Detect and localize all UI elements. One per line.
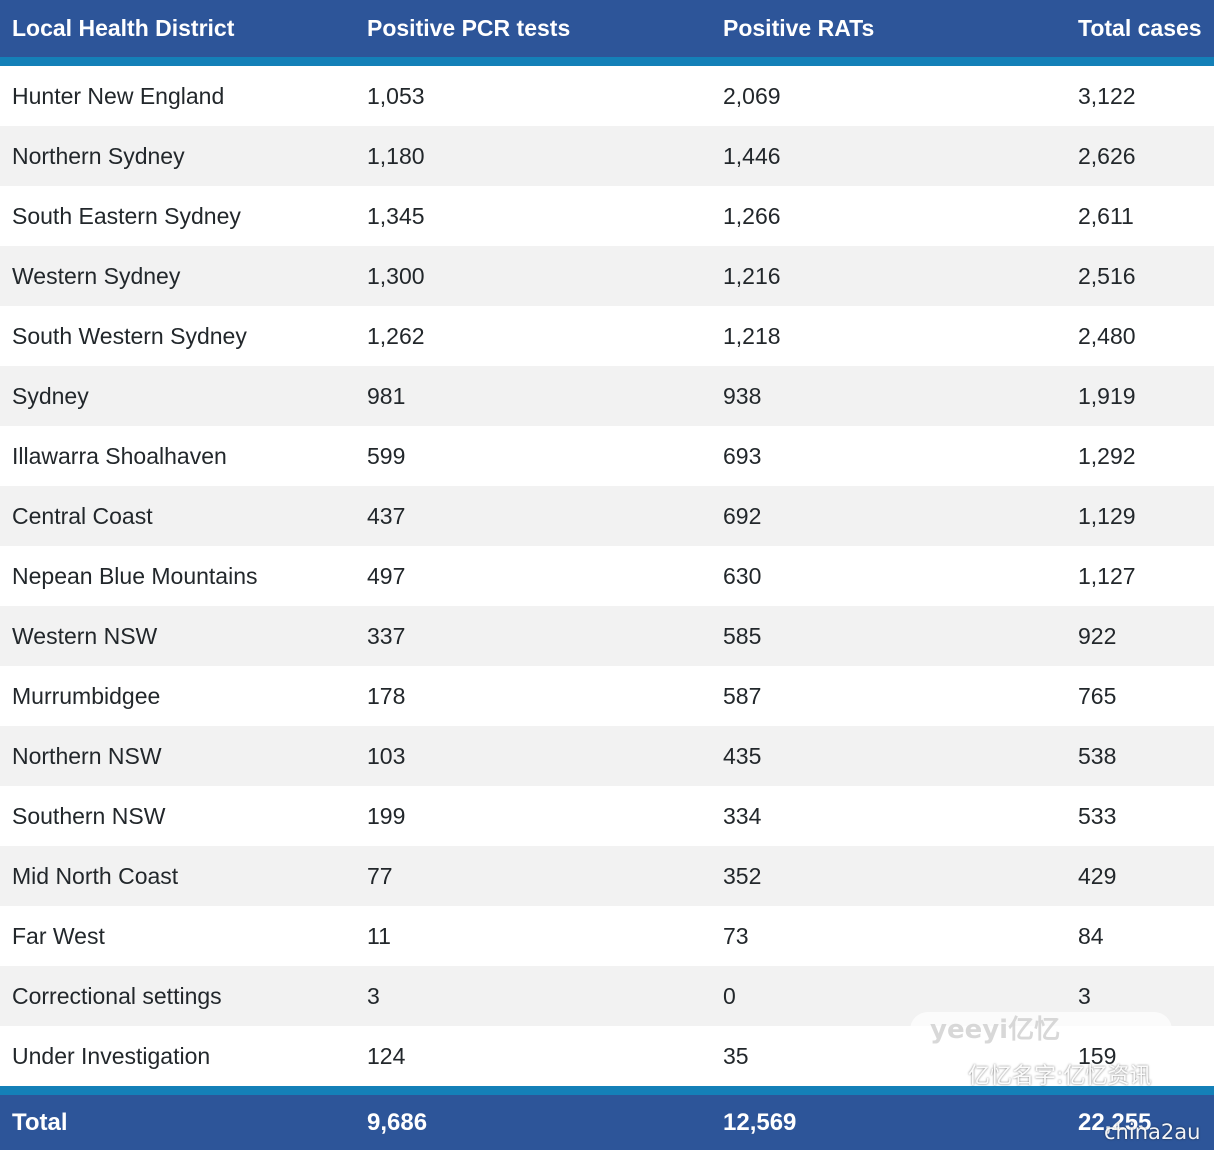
cell-rats: 1,216 <box>723 262 781 289</box>
header-rats: Positive RATs <box>723 15 875 41</box>
cell-total: 1,127 <box>1078 562 1136 589</box>
cell-district: Western Sydney <box>12 262 181 289</box>
cell-pcr: 1,345 <box>367 202 425 229</box>
total-rule <box>0 1086 1214 1095</box>
cell-district: Correctional settings <box>12 982 222 1009</box>
cell-pcr: 178 <box>367 682 406 709</box>
cell-pcr: 199 <box>367 802 406 829</box>
cell-total: 1,129 <box>1078 502 1136 529</box>
cell-district: Central Coast <box>12 502 153 529</box>
cell-district: Northern NSW <box>12 742 162 769</box>
cell-district: Sydney <box>12 382 89 409</box>
cell-district: South Western Sydney <box>12 322 247 349</box>
cell-pcr: 103 <box>367 742 406 769</box>
cell-pcr: 11 <box>367 922 391 949</box>
cell-pcr: 77 <box>367 862 393 889</box>
cell-district: Murrumbidgee <box>12 682 161 709</box>
cell-rats: 73 <box>723 922 749 949</box>
cell-total: 922 <box>1078 622 1117 649</box>
cell-district: Mid North Coast <box>12 862 179 889</box>
cell-district: Western NSW <box>12 622 158 649</box>
cell-rats: 334 <box>723 802 762 829</box>
cell-total: 2,480 <box>1078 322 1136 349</box>
cell-pcr: 981 <box>367 382 406 409</box>
cell-district: Northern Sydney <box>12 142 185 169</box>
cell-rats: 1,218 <box>723 322 781 349</box>
header-total: Total cases <box>1078 15 1202 41</box>
cell-district: Hunter New England <box>12 82 225 109</box>
table-row: Western Sydney 1,300 1,216 2,516 <box>0 246 1214 306</box>
cell-total: 429 <box>1078 862 1117 889</box>
cell-pcr: 437 <box>367 502 406 529</box>
cell-total: 3,122 <box>1078 82 1136 109</box>
cell-total: 765 <box>1078 682 1117 709</box>
cell-rats: 585 <box>723 622 762 649</box>
cell-district: Southern NSW <box>12 802 166 829</box>
cases-table: Local Health District Positive PCR tests… <box>0 0 1214 1150</box>
cell-total: 2,516 <box>1078 262 1136 289</box>
cell-rats: 0 <box>723 982 736 1009</box>
table-row: Nepean Blue Mountains 497 630 1,127 <box>0 546 1214 606</box>
table-row: Illawarra Shoalhaven 599 693 1,292 <box>0 426 1214 486</box>
cell-total: 2,611 <box>1078 202 1134 229</box>
watermark-logo: yeeyi亿忆 <box>910 1012 1172 1048</box>
cell-total: 3 <box>1078 982 1091 1009</box>
total-rats: 12,569 <box>723 1108 797 1136</box>
table-header: Local Health District Positive PCR tests… <box>0 0 1214 57</box>
total-row: Total 9,686 12,569 22,255 <box>0 1095 1214 1150</box>
table-body: Hunter New England 1,053 2,069 3,122 Norther… <box>0 66 1214 1086</box>
cell-rats: 692 <box>723 502 762 529</box>
cell-total: 1,919 <box>1078 382 1136 409</box>
table-row: Southern NSW 199 334 533 <box>0 786 1214 846</box>
cell-district: Far West <box>12 922 105 949</box>
table-row: Central Coast 437 692 1,129 <box>0 486 1214 546</box>
table-row: Hunter New England 1,053 2,069 3,122 <box>0 66 1214 126</box>
cell-pcr: 599 <box>367 442 406 469</box>
total-cases: 22,255 <box>1078 1108 1152 1136</box>
cell-rats: 938 <box>723 382 762 409</box>
header-rule <box>0 57 1214 66</box>
cell-total: 538 <box>1078 742 1117 769</box>
table-row: South Eastern Sydney 1,345 1,266 2,611 <box>0 186 1214 246</box>
table-row: Western NSW 337 585 922 <box>0 606 1214 666</box>
cell-pcr: 1,180 <box>367 142 425 169</box>
cell-total: 1,292 <box>1078 442 1136 469</box>
cell-district: Illawarra Shoalhaven <box>12 442 227 469</box>
table-row: Sydney 981 938 1,919 <box>0 366 1214 426</box>
cell-total: 2,626 <box>1078 142 1136 169</box>
table-row: South Western Sydney 1,262 1,218 2,480 <box>0 306 1214 366</box>
cell-rats: 352 <box>723 862 762 889</box>
header-district: Local Health District <box>12 15 235 41</box>
cell-rats: 587 <box>723 682 762 709</box>
total-pcr: 9,686 <box>367 1108 428 1136</box>
cell-pcr: 3 <box>367 982 380 1009</box>
cell-rats: 630 <box>723 562 762 589</box>
cell-pcr: 1,053 <box>367 82 425 109</box>
table-row: Far West 11 73 84 <box>0 906 1214 966</box>
cell-district: South Eastern Sydney <box>12 202 241 229</box>
cell-pcr: 1,300 <box>367 262 425 289</box>
cell-rats: 1,446 <box>723 142 781 169</box>
cell-pcr: 124 <box>367 1042 406 1069</box>
table-row: Northern Sydney 1,180 1,446 2,626 <box>0 126 1214 186</box>
table-row: Murrumbidgee 178 587 765 <box>0 666 1214 726</box>
cell-total: 84 <box>1078 922 1104 949</box>
cell-rats: 693 <box>723 442 762 469</box>
total-label: Total <box>12 1108 68 1136</box>
table-row: Mid North Coast 77 352 429 <box>0 846 1214 906</box>
cell-pcr: 337 <box>367 622 406 649</box>
cell-pcr: 1,262 <box>367 322 425 349</box>
cell-pcr: 497 <box>367 562 406 589</box>
header-pcr: Positive PCR tests <box>367 15 571 41</box>
cell-total: 533 <box>1078 802 1117 829</box>
cell-district: Nepean Blue Mountains <box>12 562 258 589</box>
cell-rats: 435 <box>723 742 762 769</box>
cell-district: Under Investigation <box>12 1042 211 1069</box>
table-row: Northern NSW 103 435 538 <box>0 726 1214 786</box>
cell-rats: 1,266 <box>723 202 781 229</box>
cell-rats: 2,069 <box>723 82 781 109</box>
